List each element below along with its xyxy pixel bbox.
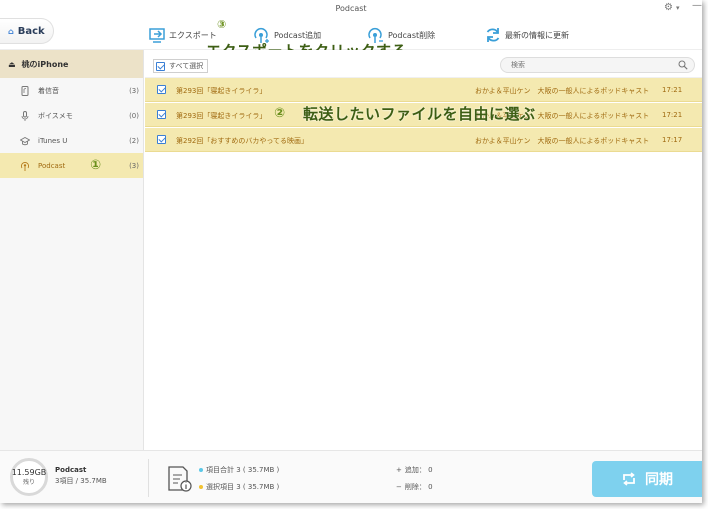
sidebar-item-label: Podcast (38, 161, 66, 170)
settings-dropdown-icon[interactable]: ▾ (676, 4, 680, 12)
sync-button[interactable]: 同期 (592, 461, 702, 497)
sidebar-item-label: ボイスメモ (38, 111, 73, 120)
step1-number: ① (90, 158, 102, 173)
list-header: すべて選択 (145, 50, 702, 78)
sidebar-item-count: (3) (129, 161, 139, 170)
sidebar-item-label: iTunes U (38, 136, 68, 145)
row-time: 17:21 (662, 111, 683, 119)
row-title: 第292回「おすすめのバカやってる映画」 (176, 137, 309, 145)
status-bar: 11.59GB 残り Podcast 3項目 / 35.7MB 項目合計 3 (… (0, 450, 702, 503)
added-label: 追加： 0 (404, 466, 433, 474)
plus-icon: + (396, 466, 402, 474)
back-label: Back (17, 25, 45, 37)
sidebar-item-count: (3) (129, 86, 139, 95)
selected-dot-icon (199, 485, 203, 489)
voice-memo-icon (21, 110, 29, 121)
itunes-u-icon (20, 136, 30, 145)
minus-icon: − (396, 483, 402, 491)
sidebar-item-label: 着信音 (38, 86, 59, 95)
minimize-icon[interactable]: — (692, 0, 702, 11)
export-icon (149, 28, 165, 43)
category-summary: 3項目 / 35.7MB (55, 477, 107, 485)
selected-items-stat: 選択項目 3 ( 35.7MB ) (199, 482, 279, 492)
total-dot-icon (199, 468, 203, 472)
table-row[interactable]: 第292回「おすすめのバカやってる映画」 おかよ＆平山ケン 大阪の一般人によるポ… (145, 128, 702, 152)
document-info-icon (168, 466, 192, 492)
app-window: Podcast ⚙ ▾ — ⌂ Back エクスポート Podcast追加 Po… (0, 0, 702, 503)
total-items-stat: 項目合計 3 ( 35.7MB ) (199, 465, 279, 475)
table-row[interactable]: 第293回「寝起きイライラ」 おかよ＆平山ケン 大阪の一般人によるポッドキャスト… (145, 78, 702, 102)
sync-label: 同期 (645, 472, 673, 488)
row-checkbox[interactable] (157, 85, 166, 94)
row-title: 第293回「寝起きイライラ」 (176, 87, 267, 95)
podcast-icon (20, 161, 30, 171)
search-icon[interactable] (678, 60, 688, 70)
sidebar-item-count: (0) (129, 111, 139, 120)
deleted-stat: − 削除： 0 (396, 482, 433, 492)
sidebar-item-itunes-u[interactable]: iTunes U (2) (0, 128, 143, 153)
sync-icon (623, 472, 635, 486)
settings-icon[interactable]: ⚙ (664, 2, 673, 13)
row-title: 第293回「寝起きイライラ」 (176, 112, 267, 120)
export-label: エクスポート (169, 30, 217, 40)
checkbox-checked-icon (156, 61, 165, 71)
device-header[interactable]: ⏏ 桃のiPhone (0, 50, 143, 78)
back-button[interactable]: ⌂ Back (0, 18, 54, 44)
ringtone-icon (21, 85, 29, 96)
eject-icon[interactable]: ⏏ (8, 60, 16, 69)
home-icon: ⌂ (8, 26, 14, 36)
sidebar-item-count: (2) (129, 136, 139, 145)
sidebar-item-voice-memos[interactable]: ボイスメモ (0) (0, 103, 143, 128)
select-all-checkbox[interactable]: すべて選択 (153, 59, 209, 73)
added-stat: + 追加： 0 (396, 465, 433, 475)
deleted-label: 削除： 0 (404, 483, 433, 491)
window-title: Podcast (335, 4, 367, 13)
row-time: 17:21 (662, 86, 683, 94)
refresh-icon (486, 28, 500, 42)
device-name: 桃のiPhone (21, 59, 69, 69)
storage-free: 11.59GB (11, 468, 47, 477)
sidebar-item-ringtones[interactable]: 着信音 (3) (0, 78, 143, 103)
podcast-delete-label: Podcast削除 (388, 30, 436, 40)
storage-label: 残り (22, 479, 35, 486)
row-checkbox[interactable] (157, 110, 166, 119)
total-items-label: 項目合計 3 ( 35.7MB ) (206, 466, 280, 474)
sidebar: ⏏ 桃のiPhone 着信音 (3) ボイスメモ (0) iTunes U (2… (0, 50, 144, 450)
row-time: 17:17 (662, 136, 683, 144)
row-checkbox[interactable] (157, 135, 166, 144)
step2-text: 転送したいファイルを自由に選ぶ (303, 105, 536, 123)
refresh-button[interactable]: 最新の情報に更新 (484, 26, 569, 44)
select-all-label: すべて選択 (169, 62, 204, 70)
step3-number: ③ (217, 18, 227, 31)
category-name: Podcast (55, 466, 87, 474)
step2-number: ② (274, 106, 286, 121)
refresh-label: 最新の情報に更新 (505, 30, 569, 40)
row-artist: おかよ＆平山ケン 大阪の一般人によるポッドキャスト (475, 137, 650, 145)
divider (148, 459, 149, 497)
podcast-add-label: Podcast追加 (274, 30, 322, 40)
sidebar-item-podcast[interactable]: Podcast (3) (0, 153, 143, 178)
row-artist: おかよ＆平山ケン 大阪の一般人によるポッドキャスト (475, 87, 650, 95)
search-input[interactable] (500, 57, 695, 73)
storage-ring: 11.59GB 残り (10, 458, 48, 496)
selected-items-label: 選択項目 3 ( 35.7MB ) (206, 483, 280, 491)
